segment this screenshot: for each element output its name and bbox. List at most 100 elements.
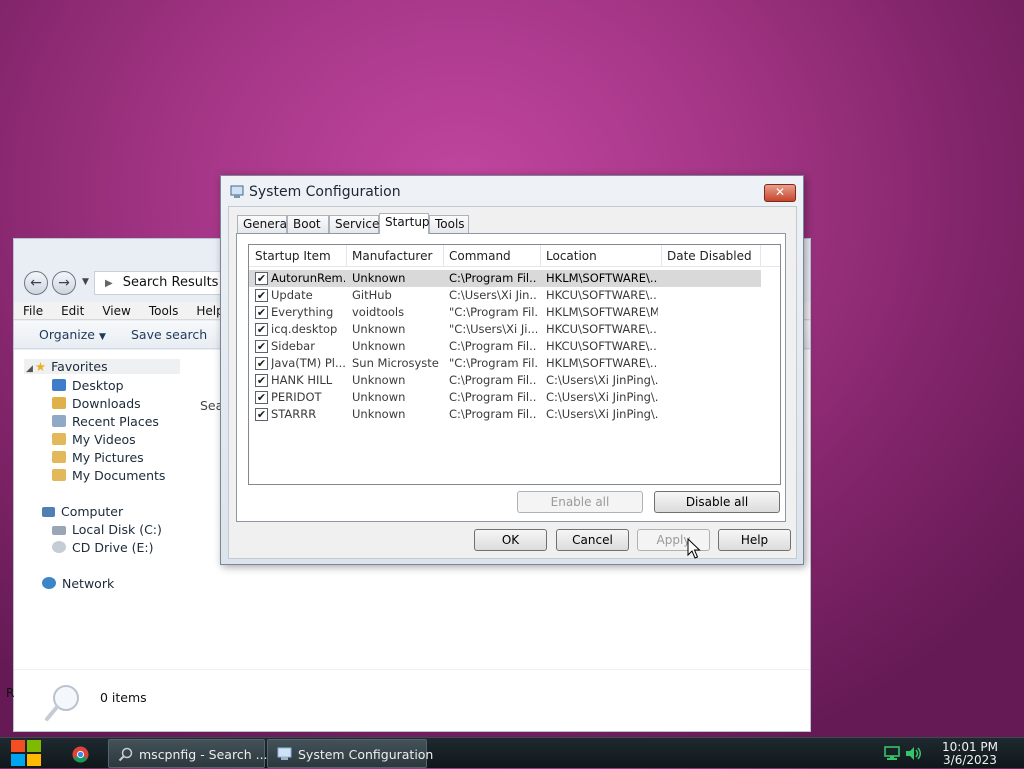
system-clock[interactable]: 10:01 PM 3/6/2023 [930, 741, 1010, 767]
menu-edit[interactable]: Edit [52, 302, 93, 319]
save-search-button[interactable]: Save search [131, 327, 207, 342]
menu-file[interactable]: File [14, 302, 52, 319]
chrome-icon[interactable] [72, 746, 89, 763]
startup-item-checkbox[interactable]: ✔ [255, 408, 268, 421]
volume-icon[interactable] [905, 746, 923, 761]
startup-item-checkbox[interactable]: ✔ [255, 340, 268, 353]
startup-item-checkbox[interactable]: ✔ [255, 289, 268, 302]
cell-item: STARRR [271, 407, 317, 421]
list-item[interactable]: ✔ icq.desktop Unknown "C:\Users\Xi Ji... HKC… [249, 321, 761, 338]
start-button-windows-logo-icon[interactable] [10, 739, 42, 767]
address-text: Search Results [122, 275, 219, 290]
list-item[interactable]: ✔ Everything voidtools "C:\Program Fil... HK… [249, 304, 761, 321]
disable-all-button[interactable]: Disable all [654, 491, 780, 513]
cell-item: Sidebar [271, 339, 315, 353]
back-button[interactable]: ← [24, 271, 48, 295]
nav-desktop[interactable]: Desktop [52, 378, 124, 393]
cell-item: Update [271, 288, 313, 302]
list-item[interactable]: ✔ STARRR Unknown C:\Program Fil... C:\Users\… [249, 406, 761, 423]
cell-manufacturer: Unknown [352, 373, 406, 387]
cell-location: C:\Users\Xi JinPing\... [546, 373, 658, 387]
list-item[interactable]: ✔AutorunRem... Unknown C:\Program Fil... HK… [249, 270, 761, 287]
column-command[interactable]: Command [443, 245, 541, 267]
ok-button[interactable]: OK [474, 529, 547, 551]
cell-command: C:\Program Fil... [449, 271, 537, 285]
expand-arrow-icon[interactable]: ◢ [26, 364, 33, 374]
tab-tools[interactable]: Tools [429, 215, 469, 233]
organize-button[interactable]: Organize ▼ [39, 327, 106, 342]
list-item[interactable]: ✔ PERIDOT Unknown C:\Program Fil... C:\Users… [249, 389, 761, 406]
startup-item-checkbox[interactable]: ✔ [255, 374, 268, 387]
documents-folder-icon [52, 469, 66, 481]
startup-items-list[interactable]: Startup Item Manufacturer Command Locati… [248, 244, 781, 485]
tab-boot[interactable]: Boot [287, 215, 329, 233]
list-item[interactable]: ✔ HANK HILL Unknown C:\Program Fil... C:\Use… [249, 372, 761, 389]
network-tray-icon[interactable] [884, 746, 900, 761]
startup-item-checkbox[interactable]: ✔ [255, 357, 268, 370]
menu-tools[interactable]: Tools [140, 302, 188, 319]
downloads-folder-icon [52, 397, 66, 409]
nav-my-pictures-label: My Pictures [72, 450, 144, 465]
nav-local-disk[interactable]: Local Disk (C:) [52, 522, 162, 537]
list-header: Startup Item Manufacturer Command Locati… [249, 245, 780, 267]
nav-my-videos[interactable]: My Videos [52, 432, 136, 447]
cell-command: "C:\Users\Xi Ji... [449, 322, 537, 336]
startup-item-checkbox[interactable]: ✔ [255, 391, 268, 404]
startup-item-checkbox[interactable]: ✔ [255, 323, 268, 336]
column-date-disabled[interactable]: Date Disabled [661, 245, 761, 267]
column-startup-item[interactable]: Startup Item [249, 245, 347, 267]
nav-computer[interactable]: Computer [42, 504, 123, 519]
nav-cd-drive[interactable]: CD Drive (E:) [52, 540, 154, 555]
tab-startup[interactable]: Startup [379, 213, 430, 234]
startup-item-checkbox[interactable]: ✔ [255, 306, 268, 319]
desktop-icon [52, 379, 66, 391]
nav-recent-places-label: Recent Places [72, 414, 159, 429]
list-item[interactable]: ✔ Update GitHub C:\Users\Xi Jin... HKCU\SOFT… [249, 287, 761, 304]
forward-button[interactable]: → [52, 271, 76, 295]
enable-all-button[interactable]: Enable all [517, 491, 643, 513]
column-manufacturer[interactable]: Manufacturer [346, 245, 444, 267]
nav-my-documents[interactable]: My Documents [52, 468, 165, 483]
pictures-folder-icon [52, 451, 66, 463]
tab-services[interactable]: Services [329, 215, 386, 233]
cell-item: Everything [271, 305, 334, 319]
startup-item-checkbox[interactable]: ✔ [255, 272, 268, 285]
tab-general[interactable]: General [237, 215, 290, 233]
cell-date [667, 372, 757, 389]
nav-my-documents-label: My Documents [72, 468, 166, 483]
nav-downloads[interactable]: Downloads [52, 396, 141, 411]
cell-location: HKLM\SOFTWARE\... [546, 356, 658, 370]
cell-manufacturer: Unknown [352, 407, 406, 421]
cell-manufacturer: voidtools [352, 305, 405, 319]
taskbar-item-system-configuration[interactable]: System Configuration [267, 739, 433, 768]
item-count: 0 items [100, 690, 147, 705]
cell-location: HKCU\SOFTWARE\... [546, 339, 658, 353]
cancel-button[interactable]: Cancel [556, 529, 629, 551]
dialog-body: General Boot Services Startup Tools Star… [228, 206, 797, 559]
menu-view[interactable]: View [93, 302, 139, 319]
list-item[interactable]: ✔ Sidebar Unknown C:\Program Fil... HKCU\SOF… [249, 338, 761, 355]
taskbar-item-search-label: mscpnfig - Search ... [139, 747, 268, 762]
cell-manufacturer: Unknown [352, 271, 406, 285]
column-location[interactable]: Location [540, 245, 662, 267]
taskbar-item-search[interactable]: mscpnfig - Search ... [108, 739, 268, 768]
cell-date [667, 321, 757, 338]
nav-my-pictures[interactable]: My Pictures [52, 450, 144, 465]
help-button[interactable]: Help [718, 529, 791, 551]
nav-network[interactable]: Network [42, 576, 114, 591]
cell-date [667, 355, 757, 372]
nav-favorites[interactable]: ◢ ★ Favorites [24, 359, 180, 374]
list-item[interactable]: ✔Java(TM) Pl... Sun Microsyste... "C:\Prog… [249, 355, 761, 372]
cell-location: HKLM\SOFTWARE\... [546, 271, 658, 285]
cell-command: "C:\Program Fil... [449, 356, 537, 370]
cell-manufacturer: Unknown [352, 390, 406, 404]
cell-manufacturer: Unknown [352, 339, 406, 353]
taskbar-item-system-configuration-label: System Configuration [298, 747, 434, 762]
breadcrumb-chevron-icon[interactable]: ▶ [105, 278, 113, 289]
nav-local-disk-label: Local Disk (C:) [72, 522, 162, 537]
cell-date [667, 406, 757, 423]
recent-pages-dropdown-icon[interactable]: ▼ [82, 277, 89, 287]
nav-recent-places[interactable]: Recent Places [52, 414, 159, 429]
close-button[interactable]: ✕ [764, 184, 796, 202]
hard-drive-icon [52, 526, 66, 535]
